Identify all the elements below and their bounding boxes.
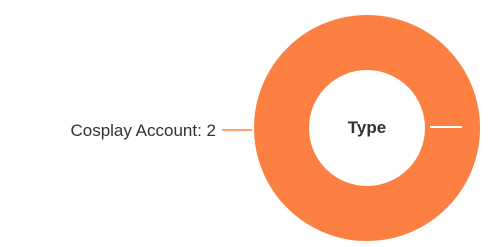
center-label: Type [348,118,386,137]
donut-chart: Type Cosplay Account: 2 [70,15,480,241]
labels-layer: Cosplay Account: 2 [70,121,252,140]
slice-label: Cosplay Account: 2 [70,121,216,140]
